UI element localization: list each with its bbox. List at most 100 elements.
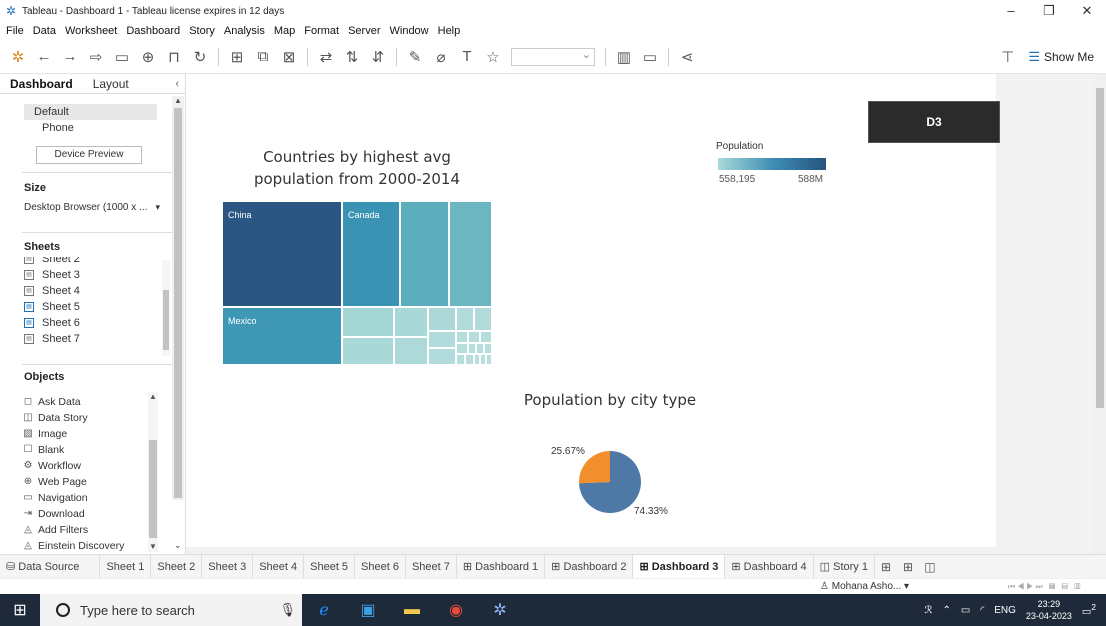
- tab-sheet-4[interactable]: Sheet 4: [253, 554, 305, 579]
- new-worksheet-icon[interactable]: ⊞: [875, 560, 897, 574]
- scrollbar-thumb[interactable]: [1096, 88, 1104, 408]
- treemap-cell[interactable]: [456, 331, 468, 343]
- treemap-cell[interactable]: [465, 354, 474, 365]
- objects-scrollbar[interactable]: ▲ ▼: [148, 392, 158, 552]
- language-indicator[interactable]: ENG: [994, 605, 1016, 616]
- sheet-navigation[interactable]: ⏮◀▶⏭ ▦ ▤ ▥: [1008, 579, 1083, 595]
- tab-layout[interactable]: Layout: [83, 74, 139, 94]
- new-datasource-icon[interactable]: ⊕: [140, 48, 156, 66]
- tab-sheet-1[interactable]: Sheet 1: [100, 554, 152, 579]
- menu-analysis[interactable]: Analysis: [224, 25, 265, 37]
- object-blank[interactable]: ☐ Blank: [22, 442, 152, 458]
- treemap-cell[interactable]: [449, 201, 492, 307]
- highlighter-icon[interactable]: ⊤: [1001, 48, 1014, 66]
- show-me-button[interactable]: ☰ Show Me: [1028, 49, 1094, 65]
- scrollbar-thumb[interactable]: [149, 440, 157, 538]
- tab-dashboard-2[interactable]: ⊞ Dashboard 2: [545, 554, 634, 579]
- tab-sheet-2[interactable]: Sheet 2: [151, 554, 203, 579]
- sheet-item[interactable]: ▤ Sheet 2: [24, 257, 164, 267]
- d3-title-box[interactable]: D3: [868, 101, 1000, 143]
- clock[interactable]: 23:29 23-04-2023: [1026, 598, 1072, 622]
- group-icon[interactable]: ⌀: [433, 48, 449, 66]
- file-explorer-icon[interactable]: ▬: [390, 601, 434, 619]
- treemap-cell-mexico[interactable]: Mexico: [222, 307, 342, 365]
- tab-dashboard-4[interactable]: ⊞ Dashboard 4: [725, 554, 814, 579]
- duplicate-icon[interactable]: ⧉: [255, 48, 271, 65]
- tab-sheet-6[interactable]: Sheet 6: [355, 554, 406, 579]
- tableau-home-icon[interactable]: ✲: [10, 48, 26, 66]
- tab-dashboard-1[interactable]: ⊞ Dashboard 1: [457, 554, 546, 579]
- pane-scroll-down-icon[interactable]: ⌄: [174, 540, 182, 551]
- notifications-icon[interactable]: ▭2: [1082, 602, 1096, 617]
- user-menu[interactable]: ♙ Mohana Asho... ▾: [820, 579, 909, 595]
- treemap-cell[interactable]: [468, 343, 476, 354]
- tab-dashboard-3[interactable]: ⊞ Dashboard 3: [633, 554, 726, 579]
- sheet-item[interactable]: ▤ Sheet 3: [24, 267, 164, 283]
- countries-treemap[interactable]: China Canada Mexico: [222, 201, 492, 365]
- save-icon[interactable]: ▭: [114, 48, 130, 66]
- menu-help[interactable]: Help: [438, 25, 461, 37]
- treemap-cell[interactable]: [394, 307, 428, 337]
- sort-descending-icon[interactable]: ⇵: [370, 48, 386, 66]
- chrome-icon[interactable]: ◉: [434, 600, 478, 620]
- scrollbar-thumb[interactable]: [163, 290, 169, 350]
- share-icon[interactable]: ⋖: [679, 48, 695, 66]
- menu-server[interactable]: Server: [348, 25, 380, 37]
- object-data-story[interactable]: ◫ Data Story: [22, 410, 152, 426]
- object-navigation[interactable]: ▭ Navigation: [22, 490, 152, 506]
- show-cards-icon[interactable]: ▥: [616, 48, 632, 66]
- sheet-item[interactable]: ▤ Sheet 4: [24, 283, 164, 299]
- undo-icon[interactable]: ←: [36, 48, 52, 65]
- treemap-cell[interactable]: [456, 307, 474, 331]
- treemap-cell[interactable]: [428, 331, 456, 348]
- city-type-pie[interactable]: [578, 450, 642, 514]
- treemap-cell[interactable]: [476, 343, 484, 354]
- treemap-cell-canada[interactable]: Canada: [342, 201, 400, 307]
- tab-sheet-5[interactable]: Sheet 5: [304, 554, 356, 579]
- replay-icon[interactable]: ⇨: [88, 48, 104, 66]
- wifi-icon[interactable]: ◜: [980, 605, 984, 616]
- canvas-scrollbar[interactable]: [1094, 74, 1106, 554]
- device-preview-button[interactable]: Device Preview: [36, 146, 142, 164]
- pause-updates-icon[interactable]: ⊓: [166, 48, 182, 66]
- refresh-icon[interactable]: ↻: [192, 48, 208, 66]
- highlight-icon[interactable]: ✎: [407, 48, 423, 66]
- clear-sheet-icon[interactable]: ⊠: [281, 48, 297, 66]
- treemap-cell-china[interactable]: China: [222, 201, 342, 307]
- photos-icon[interactable]: ▣: [346, 600, 390, 620]
- treemap-cell[interactable]: [480, 331, 492, 343]
- scrollbar-thumb[interactable]: [174, 108, 182, 498]
- device-default[interactable]: Default: [24, 104, 157, 120]
- sheets-scrollbar[interactable]: [162, 260, 170, 356]
- treemap-cell[interactable]: [456, 343, 468, 354]
- new-worksheet-icon[interactable]: ⊞: [229, 48, 245, 66]
- object-einstein-discovery[interactable]: ◬ Einstein Discovery: [22, 538, 152, 554]
- treemap-cell[interactable]: [456, 354, 465, 365]
- taskbar-search[interactable]: Type here to search 🎙: [40, 594, 302, 626]
- tableau-taskbar-icon[interactable]: ✲: [478, 600, 522, 620]
- new-dashboard-icon[interactable]: ⊞: [897, 560, 919, 574]
- menu-map[interactable]: Map: [274, 25, 295, 37]
- treemap-cell[interactable]: [428, 348, 456, 365]
- windows-start-icon[interactable]: ⊞: [0, 600, 40, 620]
- pie-chart-svg[interactable]: [578, 450, 642, 514]
- tab-dashboard[interactable]: Dashboard: [0, 74, 83, 94]
- tab-data-source[interactable]: ⛁ Data Source: [0, 554, 101, 579]
- scroll-down-icon[interactable]: ▼: [148, 542, 158, 551]
- battery-icon[interactable]: ▭: [961, 605, 970, 616]
- pin-icon[interactable]: ☆: [485, 48, 501, 66]
- chevron-up-icon[interactable]: ⌃: [942, 605, 950, 616]
- menu-file[interactable]: File: [6, 25, 24, 37]
- microphone-icon[interactable]: 🎙: [279, 602, 296, 618]
- treemap-cell[interactable]: [342, 337, 394, 365]
- object-download[interactable]: ⇥ Download: [22, 506, 152, 522]
- treemap-cell[interactable]: [342, 307, 394, 337]
- treemap-cell[interactable]: [484, 343, 492, 354]
- new-story-icon[interactable]: ◫: [919, 560, 941, 574]
- sheet-item[interactable]: ▤ Sheet 6: [24, 315, 164, 331]
- menu-format[interactable]: Format: [304, 25, 339, 37]
- close-button[interactable]: ✕: [1068, 0, 1106, 22]
- menu-data[interactable]: Data: [33, 25, 56, 37]
- treemap-cell[interactable]: [486, 354, 492, 365]
- treemap-cell[interactable]: [394, 337, 428, 365]
